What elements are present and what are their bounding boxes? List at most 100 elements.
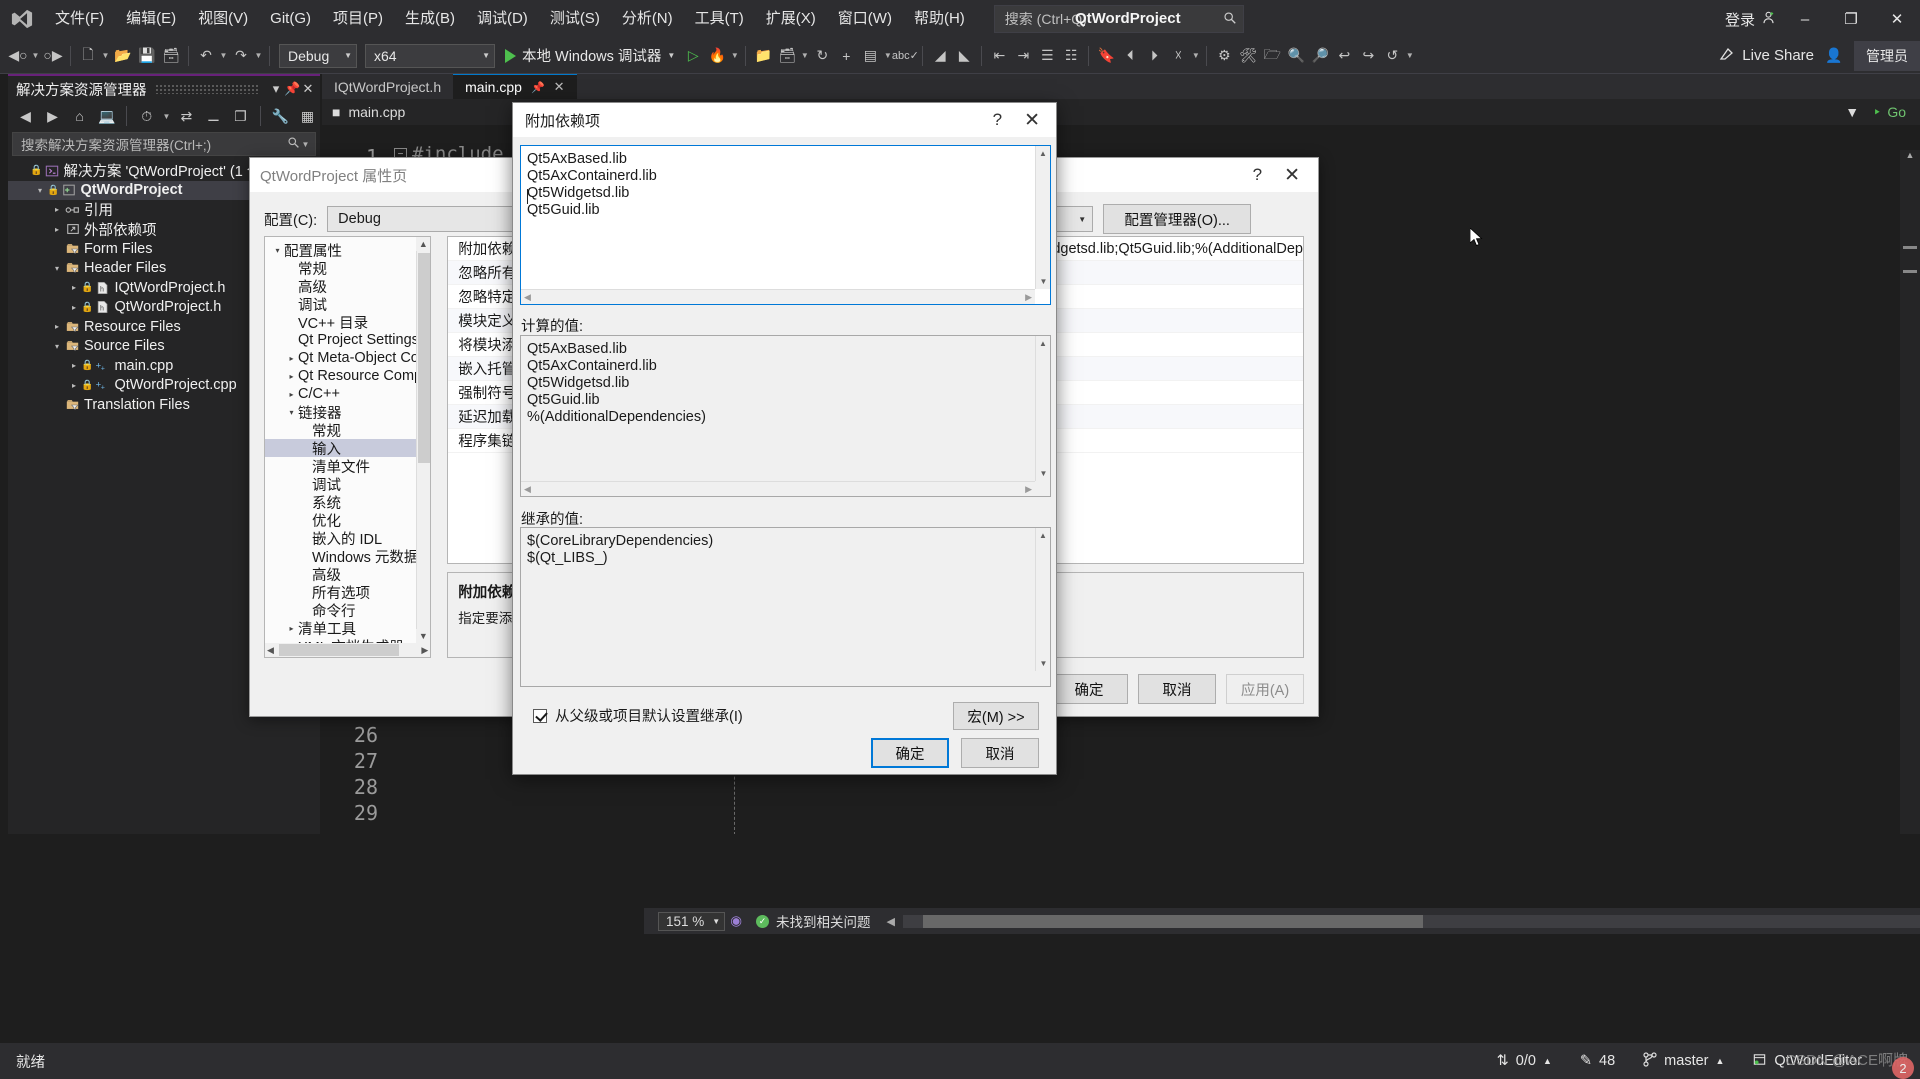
property-pages-category-tree[interactable]: ▾配置属性常规高级调试VC++ 目录Qt Project Settings▸Qt… [264, 236, 431, 658]
scroll-right-icon-eval[interactable]: ▶ [1025, 484, 1032, 495]
scroll-right-icon-ad[interactable]: ▶ [1025, 292, 1032, 303]
panel-close-icon[interactable]: ✕ [300, 81, 316, 97]
redo-caret-icon[interactable]: ▼ [253, 51, 264, 60]
property-category-item[interactable]: Windows 元数据 [265, 547, 416, 565]
property-category-item[interactable]: 常规 [265, 259, 416, 277]
property-pages-cancel-button[interactable]: 取消 [1138, 674, 1216, 704]
panel-pin-icon[interactable]: 📌 [284, 81, 300, 97]
quick-find-icon[interactable]: 🔎 [1308, 42, 1332, 70]
expander-icon[interactable]: ▸ [285, 354, 298, 363]
scroll-left-icon-tree[interactable]: ◀ [267, 645, 274, 656]
pending-changes-filter-icon[interactable]: ⏱ [134, 104, 159, 128]
start-debugging-button[interactable]: 本地 Windows 调试器 ▼ [499, 45, 681, 66]
uncomment-selection-icon[interactable]: ◣ [952, 42, 976, 70]
bookmark-caret-icon[interactable]: ▼ [1190, 51, 1201, 60]
menu-test[interactable]: 测试(S) [539, 0, 611, 38]
evaluated-hscrollbar[interactable]: ◀ ▶ [521, 481, 1035, 496]
start-without-debugging-icon[interactable]: ▷ [681, 42, 705, 70]
toggle-bookmark-icon[interactable]: 🔖 [1094, 42, 1118, 70]
additional-dependencies-help-icon[interactable]: ? [981, 110, 1014, 130]
format-document-icon[interactable]: ☷ [1059, 42, 1083, 70]
category-tree-vertical-scrollbar[interactable]: ▲ ▼ [416, 237, 430, 643]
add-icon[interactable]: + [834, 42, 858, 70]
hot-reload-icon[interactable]: 🔥 [705, 42, 729, 70]
expander-icon[interactable]: ▸ [285, 372, 298, 381]
tab-iqtwordproject-h[interactable]: IQtWordProject.h [322, 74, 453, 99]
status-sync-cell[interactable]: ⇅ 0/0 ▲ [1483, 1043, 1566, 1079]
spellcheck-icon[interactable]: abc✓ [893, 42, 917, 70]
qt-versions-icon[interactable]: 🛠 [1236, 42, 1260, 70]
category-hscroll-thumb[interactable] [279, 644, 399, 656]
hot-reload-caret-icon[interactable]: ▼ [729, 51, 740, 60]
undo-changes-icon[interactable]: ↺ [1380, 42, 1404, 70]
stack-frame-icon[interactable]: ▤ [858, 42, 882, 70]
redo-icon[interactable]: ↷ [229, 42, 253, 70]
menu-extensions[interactable]: 扩展(X) [755, 0, 827, 38]
settings-gear-icon[interactable]: ⚙ [1212, 42, 1236, 70]
find-in-files-icon[interactable]: 🔍 [1284, 42, 1308, 70]
menu-window[interactable]: 窗口(W) [827, 0, 903, 38]
open-file-icon[interactable]: 📂 [111, 42, 135, 70]
expander-icon[interactable]: ▾ [50, 342, 64, 351]
previous-bookmark-icon[interactable]: ⏴ [1118, 42, 1142, 70]
refresh-icon[interactable]: ↻ [810, 42, 834, 70]
expander-icon[interactable]: ▸ [50, 322, 64, 331]
minimize-button[interactable]: – [1782, 0, 1828, 38]
editor-hscrollbar[interactable]: ◀ ▶ [521, 289, 1035, 304]
menu-help[interactable]: 帮助(H) [903, 0, 976, 38]
panel-dropdown-icon[interactable]: ▾ [268, 81, 284, 97]
editor-zoom-selector[interactable]: 151 % ▼ [658, 912, 725, 931]
expander-icon[interactable]: ▸ [67, 381, 81, 390]
expander-icon[interactable]: ▸ [67, 303, 81, 312]
scroll-right-icon-tree[interactable]: ▶ [421, 645, 428, 656]
menu-project[interactable]: 项目(P) [322, 0, 394, 38]
new-project-caret-icon[interactable]: ▼ [100, 51, 111, 60]
property-category-item[interactable]: ▸Qt Resource Compiler [265, 367, 416, 385]
scroll-down-icon-inh[interactable]: ▼ [1036, 656, 1051, 671]
navigate-forward-icon[interactable]: ○▶ [41, 42, 65, 70]
live-share-person-icon[interactable]: 👤 [1822, 42, 1846, 70]
undo-icon[interactable]: ↶ [194, 42, 218, 70]
tab-main-cpp[interactable]: main.cpp 📌 ✕ [453, 74, 576, 99]
navigate-forward-history-icon[interactable]: ↪ [1356, 42, 1380, 70]
inherit-from-parent-checkbox[interactable]: 从父级或项目默认设置继承(I) [533, 705, 743, 726]
trailing-caret-icon[interactable]: ▼ [1404, 51, 1415, 60]
editor-problem-indicator[interactable]: ✓ 未找到相关问题 [756, 911, 871, 931]
navigate-backward-history-icon[interactable]: ↩ [1332, 42, 1356, 70]
property-pages-close-icon[interactable]: ✕ [1274, 164, 1310, 187]
scroll-down-icon[interactable]: ▼ [416, 629, 430, 643]
format-lines-icon[interactable]: ☰ [1035, 42, 1059, 70]
new-project-icon[interactable]: 🗋 [76, 42, 100, 70]
additional-dependencies-close-icon[interactable]: ✕ [1014, 109, 1050, 132]
scrollbar-thumb[interactable] [923, 915, 1423, 928]
property-pages-ok-button[interactable]: 确定 [1050, 674, 1128, 704]
property-category-item[interactable]: ▾链接器 [265, 403, 416, 421]
scroll-left-icon-eval[interactable]: ◀ [524, 484, 531, 495]
property-category-item[interactable]: VC++ 目录 [265, 313, 416, 331]
property-category-item[interactable]: 嵌入的 IDL [265, 529, 416, 547]
search-options-caret-icon[interactable]: ▼ [300, 140, 311, 149]
switch-views-icon[interactable]: 💻 [94, 104, 119, 128]
property-category-item[interactable]: 清单文件 [265, 457, 416, 475]
close-tab-icon[interactable]: ✕ [554, 79, 565, 95]
scroll-up-icon-inh[interactable]: ▲ [1036, 528, 1050, 543]
scroll-up-icon-eval[interactable]: ▲ [1036, 336, 1050, 351]
property-category-item[interactable]: 常规 [265, 421, 416, 439]
additional-dependencies-ok-button[interactable]: 确定 [871, 738, 949, 768]
decrease-indent-icon[interactable]: ⇤ [987, 42, 1011, 70]
back-icon[interactable]: ◀ [13, 104, 38, 128]
property-category-item[interactable]: ▸Qt Meta-Object Compiler [265, 349, 416, 367]
expander-icon[interactable]: ▾ [33, 186, 47, 195]
memory-caret-icon[interactable]: ▼ [799, 51, 810, 60]
editor-vscrollbar[interactable]: ▲ ▼ [1035, 146, 1050, 289]
show-all-files-icon[interactable]: ❐ [228, 104, 253, 128]
scroll-up-icon-ad[interactable]: ▲ [1036, 146, 1050, 161]
expander-icon[interactable]: ▾ [285, 408, 298, 417]
increase-indent-icon[interactable]: ⇥ [1011, 42, 1035, 70]
configuration-manager-button[interactable]: 配置管理器(O)... [1103, 204, 1251, 234]
property-category-item[interactable]: 优化 [265, 511, 416, 529]
property-category-item[interactable]: ▸C/C++ [265, 385, 416, 403]
menu-debug[interactable]: 调试(D) [466, 0, 539, 38]
sign-in-button[interactable]: 登录 [1719, 9, 1782, 30]
expander-icon[interactable]: ▾ [271, 246, 284, 255]
